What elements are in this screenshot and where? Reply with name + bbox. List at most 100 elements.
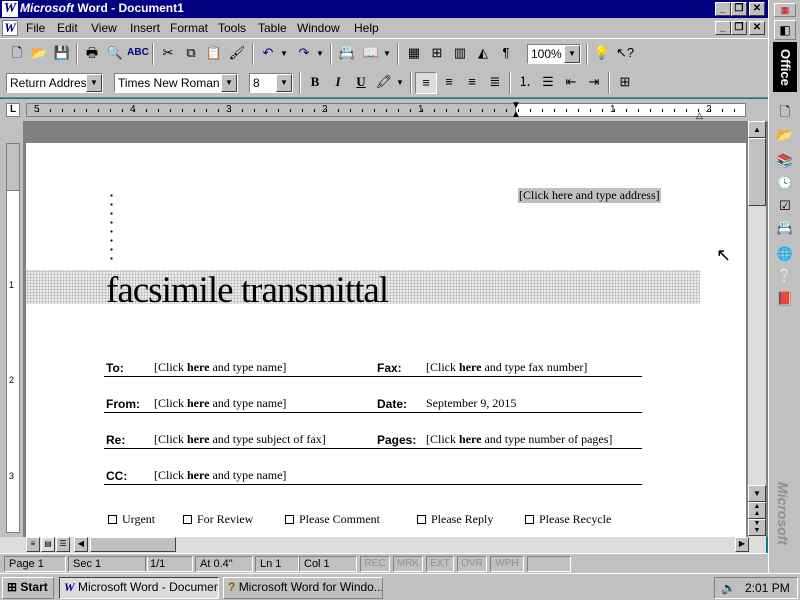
scroll-right-icon[interactable]: ▶ [735, 537, 749, 552]
italic-button[interactable]: I [327, 72, 349, 94]
tipwizard-lightbulb-icon[interactable]: 💡 [591, 43, 613, 65]
chevron-down-icon[interactable]: ▼ [276, 74, 292, 92]
print-preview-icon[interactable]: 🔍 [104, 43, 126, 65]
redo-icon[interactable]: ↷ [293, 43, 315, 65]
minimize-button[interactable]: _ [715, 2, 731, 16]
increase-indent-icon[interactable]: ⇥ [583, 72, 605, 94]
undo-icon[interactable]: ↶ [257, 43, 279, 65]
open-folder-icon[interactable]: 📂 [28, 43, 50, 65]
decrease-indent-icon[interactable]: ⇤ [560, 72, 582, 94]
menu-file[interactable]: File [26, 21, 45, 35]
make-appointment-icon[interactable]: 🕓 [774, 174, 796, 194]
taskbar-word-help[interactable]: ? Microsoft Word for Windo... [223, 577, 383, 599]
scroll-up-icon[interactable]: ▲ [748, 121, 766, 138]
insert-address-icon[interactable]: 📇 [336, 43, 358, 65]
highlight-icon[interactable]: 🖍 [373, 72, 395, 94]
add-task-icon[interactable]: ☑ [774, 197, 796, 217]
help-pointer-icon[interactable]: ↖? [614, 43, 636, 65]
menu-edit[interactable]: Edit [57, 21, 78, 35]
numbering-icon[interactable]: ⒈ [514, 72, 536, 94]
doc-restore-button[interactable]: ❐ [731, 21, 747, 35]
status-wordperfect-mode[interactable]: WPH [490, 556, 524, 572]
previous-page-icon[interactable]: ▲ ▲ [748, 502, 766, 519]
horizontal-ruler[interactable]: L 5 4 3 2 1 1 2 ▼ ▲ △ [0, 99, 768, 121]
close-button[interactable]: ✕ [749, 2, 765, 16]
page-layout-view-icon[interactable]: ▤ [41, 537, 55, 552]
chevron-down-icon[interactable]: ▼ [564, 45, 580, 63]
tab-selector[interactable]: L [6, 103, 20, 117]
please-comment-checkbox[interactable]: Please Comment [285, 512, 380, 527]
underline-button[interactable]: U [350, 72, 372, 94]
taskbar-word-document[interactable]: W Microsoft Word - Document1 [59, 577, 219, 599]
status-revision-mode[interactable]: MRK [393, 556, 423, 572]
horizontal-scroll-thumb[interactable] [90, 537, 176, 552]
menu-help[interactable]: Help [354, 21, 379, 35]
doc-close-button[interactable]: ✕ [749, 21, 765, 35]
please-recycle-checkbox[interactable]: Please Recycle [525, 512, 611, 527]
getting-results-icon[interactable]: 🌐 [774, 245, 796, 265]
insert-table-icon[interactable]: ▦ [403, 43, 425, 65]
new-office-document-icon[interactable]: 🗋 [774, 103, 796, 123]
highlight-dropdown-icon[interactable]: ▼ [395, 72, 405, 94]
date-field[interactable]: September 9, 2015 [426, 396, 516, 411]
show-hide-icon[interactable]: ¶ [495, 43, 517, 65]
font-select[interactable]: Times New Roman ▼ [114, 73, 238, 93]
outline-view-icon[interactable]: ☰ [56, 537, 70, 552]
restore-button[interactable]: ❐ [731, 2, 747, 16]
bold-button[interactable]: B [304, 72, 326, 94]
office-icon[interactable]: ◧ [774, 20, 796, 40]
from-field[interactable]: [Click here and type name] [154, 396, 286, 411]
menu-window[interactable]: Window [297, 21, 340, 35]
status-record-mode[interactable]: REC [360, 556, 390, 572]
left-indent-marker[interactable]: ▲ [511, 110, 521, 120]
office-bar-menu-icon[interactable]: ▦ [774, 3, 796, 17]
new-document-icon[interactable]: 🗋 [6, 43, 28, 65]
urgent-checkbox[interactable]: Urgent [108, 512, 155, 527]
paste-icon[interactable]: 📋 [203, 43, 225, 65]
menu-table[interactable]: Table [258, 21, 287, 35]
spelling-icon[interactable]: ABC [127, 43, 149, 65]
drawing-icon[interactable]: ◭ [472, 43, 494, 65]
horizontal-scrollbar[interactable]: ≡ ▤ ☰ ◀ ▶ [0, 537, 766, 553]
vertical-ruler[interactable]: 1 2 3 [0, 121, 24, 537]
clock[interactable]: 2:01 PM [745, 578, 790, 598]
bookshelf-icon[interactable]: 📕 [774, 290, 796, 310]
word-app-icon[interactable]: W [2, 1, 18, 17]
align-right-icon[interactable]: ≡ [461, 72, 483, 94]
return-address-field[interactable]: [Click here and type address] [518, 188, 661, 203]
send-message-icon[interactable]: 📚 [774, 152, 796, 172]
undo-dropdown-icon[interactable]: ▼ [279, 43, 289, 65]
pages-field[interactable]: [Click here and type number of pages] [426, 432, 612, 447]
please-reply-checkbox[interactable]: Please Reply [417, 512, 493, 527]
open-office-document-icon[interactable]: 📂 [774, 126, 796, 146]
save-icon[interactable]: 💾 [51, 43, 73, 65]
normal-view-icon[interactable]: ≡ [26, 537, 40, 552]
document-page[interactable]: [Click here and type address] facsimile … [26, 143, 746, 537]
align-center-icon[interactable]: ≡ [438, 72, 460, 94]
bullets-icon[interactable]: ☰ [537, 72, 559, 94]
menu-format[interactable]: Format [170, 21, 208, 35]
status-overtype-mode[interactable]: OVR [457, 556, 487, 572]
to-field[interactable]: [Click here and type name] [154, 360, 286, 375]
speaker-icon[interactable]: 🔈 [721, 578, 736, 598]
justify-icon[interactable]: ≣ [484, 72, 506, 94]
web-toolbar-icon[interactable]: 📖 [360, 43, 382, 65]
fax-field[interactable]: [Click here and type fax number] [426, 360, 587, 375]
style-select[interactable]: Return Address ▼ [6, 73, 103, 93]
scroll-left-icon[interactable]: ◀ [74, 537, 88, 552]
chevron-down-icon[interactable]: ▼ [86, 74, 102, 92]
format-painter-icon[interactable]: 🖌 [226, 43, 248, 65]
columns-icon[interactable]: ▥ [449, 43, 471, 65]
cut-icon[interactable]: ✂ [157, 43, 179, 65]
menu-view[interactable]: View [91, 21, 117, 35]
chevron-down-icon[interactable]: ▼ [221, 74, 237, 92]
font-size-select[interactable]: 8 ▼ [249, 73, 293, 93]
redo-dropdown-icon[interactable]: ▼ [315, 43, 325, 65]
next-page-icon[interactable]: ▼ ▼ [748, 519, 766, 536]
re-field[interactable]: [Click here and type subject of fax] [154, 432, 326, 447]
web-dropdown-icon[interactable]: ▼ [382, 43, 392, 65]
copy-icon[interactable]: ⧉ [180, 43, 202, 65]
status-extend-mode[interactable]: EXT [426, 556, 454, 572]
for-review-checkbox[interactable]: For Review [183, 512, 253, 527]
borders-icon[interactable]: ⊞ [614, 72, 636, 94]
